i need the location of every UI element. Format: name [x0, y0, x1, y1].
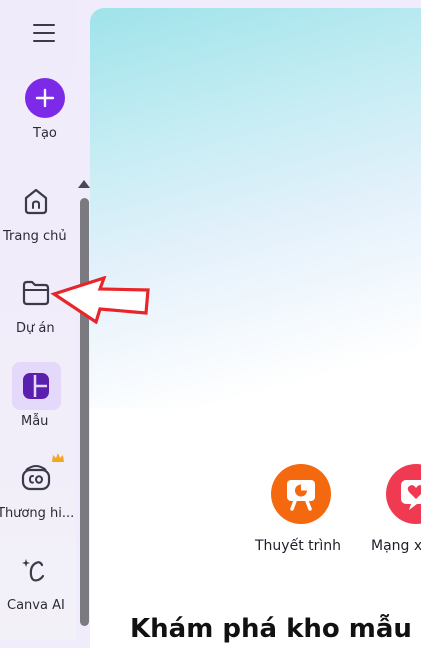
- menu-icon[interactable]: [33, 24, 55, 42]
- category-label: Mạng x: [371, 538, 421, 554]
- brand-icon: [21, 465, 51, 491]
- category-label: Thuyết trình: [255, 538, 342, 554]
- templates-icon: [23, 373, 49, 399]
- sidebar-item-label: Mẫu: [21, 414, 49, 429]
- presentation-button[interactable]: [271, 464, 331, 524]
- crown-icon: [52, 453, 64, 462]
- folder-icon: [22, 280, 50, 306]
- sidebar-item-label: Thương hi...: [0, 506, 75, 521]
- create-button[interactable]: [25, 78, 65, 118]
- sidebar-scrollbar[interactable]: [80, 198, 89, 626]
- pointer-arrow-icon: [50, 276, 150, 324]
- sidebar-item-label: Trang chủ: [3, 229, 67, 244]
- home-icon: [24, 188, 48, 215]
- main-panel: Thuyết trình Mạng x Khám phá kho mẫu: [90, 8, 421, 648]
- create-label: Tạo: [33, 126, 57, 141]
- hero-banner: [90, 8, 421, 408]
- sidebar-item-label: Canva AI: [7, 598, 65, 613]
- scroll-up-arrow[interactable]: [78, 180, 90, 188]
- social-media-button[interactable]: [386, 464, 421, 524]
- presentation-icon: [287, 480, 315, 511]
- social-heart-icon: [401, 480, 421, 510]
- plus-icon: [35, 88, 55, 108]
- canva-ai-icon: [22, 559, 45, 582]
